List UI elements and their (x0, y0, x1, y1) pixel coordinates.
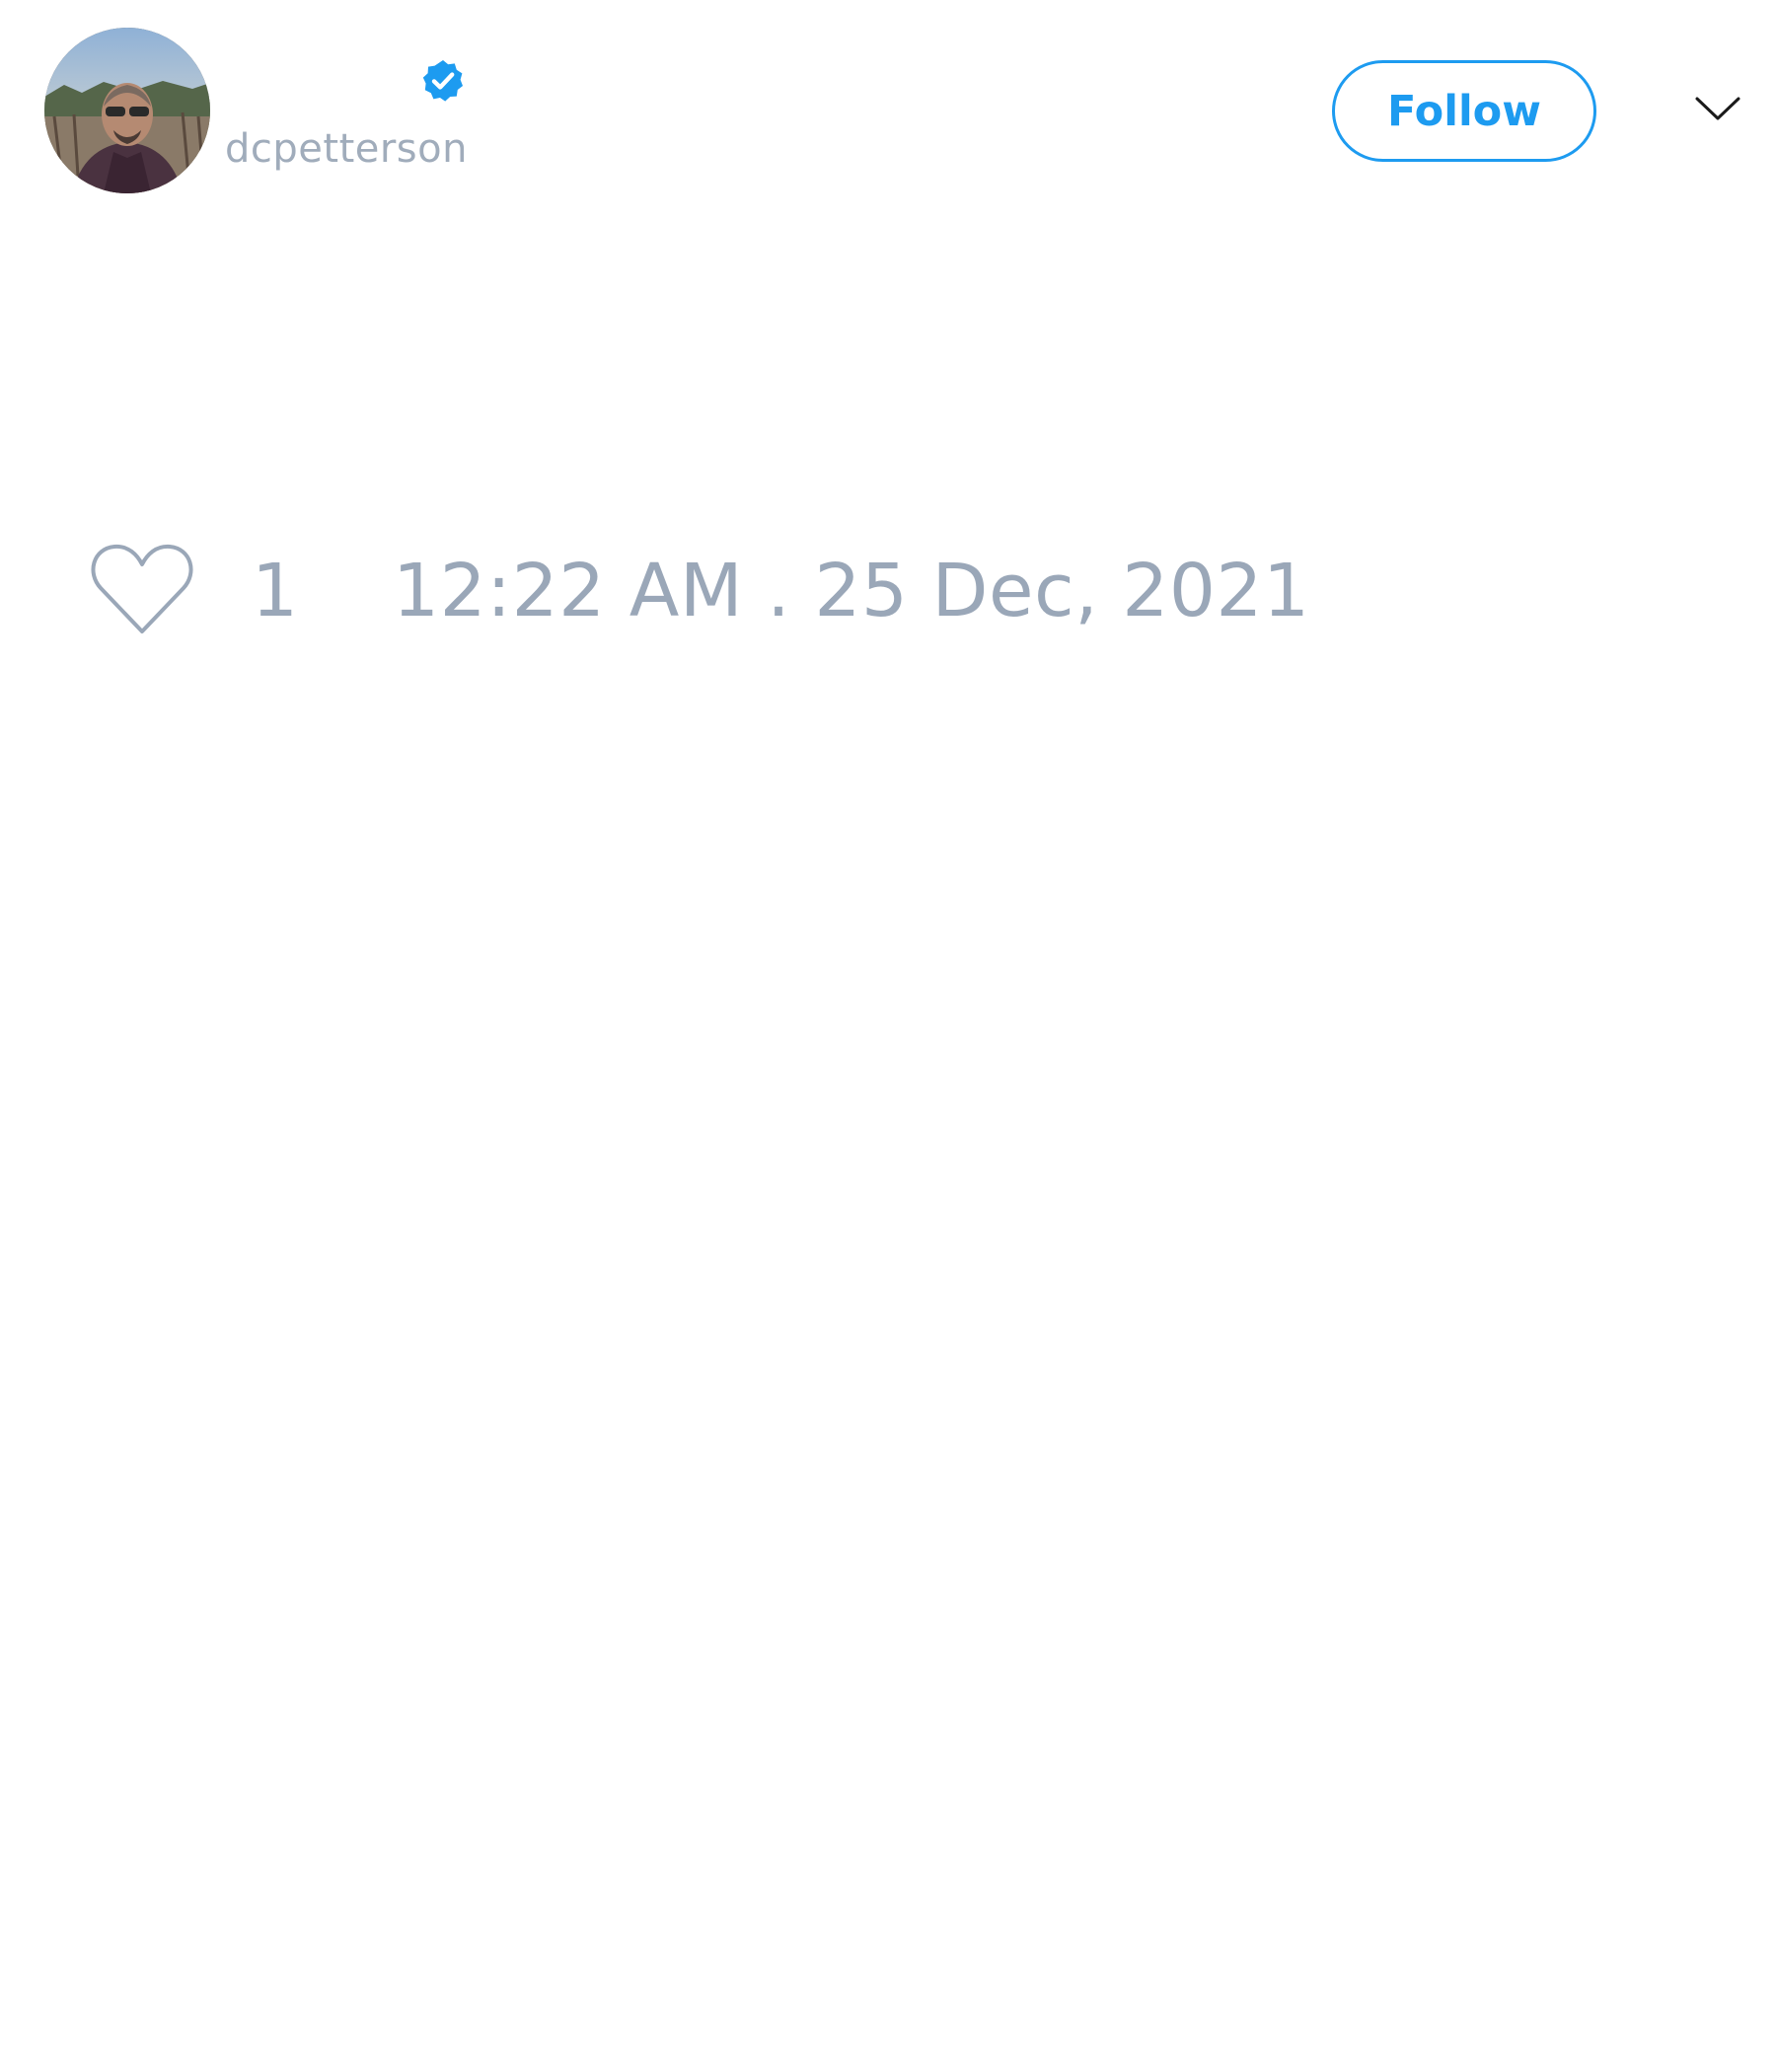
avatar[interactable] (44, 28, 210, 193)
follow-button[interactable]: Follow (1332, 60, 1596, 162)
chevron-down-icon[interactable] (1693, 91, 1742, 126)
heart-outline-icon[interactable] (89, 541, 195, 637)
tweet-card: dcpetterson Follow 1 12:22 AM . 25 Dec, … (0, 0, 1776, 2072)
verified-badge-icon (422, 60, 463, 102)
tweet-timestamp[interactable]: 12:22 AM . 25 Dec, 2021 (393, 549, 1310, 633)
user-handle[interactable]: dcpetterson (225, 126, 468, 172)
like-count: 1 (252, 549, 299, 633)
avatar-photo (44, 28, 210, 193)
